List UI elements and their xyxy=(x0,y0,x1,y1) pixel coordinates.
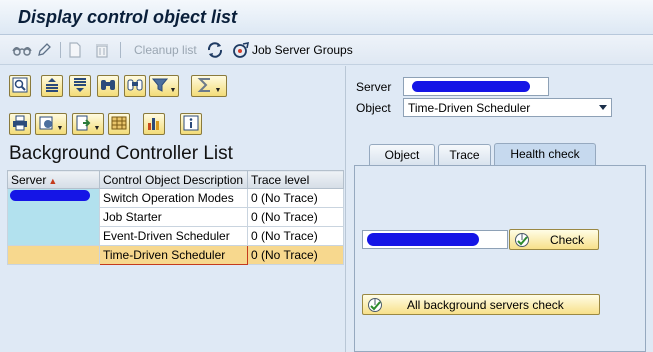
details-button[interactable] xyxy=(9,75,31,97)
info-button[interactable] xyxy=(180,113,202,135)
description-cell[interactable]: Switch Operation Modes xyxy=(99,188,248,208)
object-label: Object xyxy=(356,101,391,115)
trace-level-cell[interactable]: 0 (No Trace) xyxy=(247,188,344,208)
redacted-server-name xyxy=(412,81,530,92)
object-select-value: Time-Driven Scheduler xyxy=(408,101,531,115)
list-title: Background Controller List xyxy=(9,143,233,164)
description-cell[interactable]: Job Starter xyxy=(99,207,248,227)
tab-object[interactable]: Object xyxy=(369,144,435,165)
find-button[interactable] xyxy=(97,75,119,97)
layout-icon xyxy=(111,115,127,134)
sort-descending-icon xyxy=(72,77,88,96)
all-background-servers-check-button[interactable]: All background servers check xyxy=(362,294,600,315)
export-dropdown-icon: ▼ xyxy=(93,124,101,132)
print-icon xyxy=(12,115,28,134)
tab-trace[interactable]: Trace xyxy=(438,144,491,165)
check-icon xyxy=(367,297,383,313)
pencil-icon xyxy=(36,42,52,58)
controller-table: Server ▲ Control Object Description Trace… xyxy=(7,170,344,265)
chevron-down-icon[interactable] xyxy=(599,105,607,110)
server-label: Server xyxy=(356,80,392,94)
table-row[interactable]: Switch Operation Modes 0 (No Trace) xyxy=(7,188,344,246)
page-title: Display control object list xyxy=(18,7,238,27)
sum-icon xyxy=(197,77,213,96)
new-button[interactable] xyxy=(68,41,82,59)
server-cell[interactable] xyxy=(7,245,100,265)
redacted-server-name xyxy=(367,233,479,246)
table-row-selected[interactable]: Time-Driven Scheduler 0 (No Trace) xyxy=(7,245,344,265)
details-icon xyxy=(12,77,28,96)
check-icon xyxy=(514,232,530,248)
export-icon xyxy=(76,115,92,134)
details-pane: Server Object Time-Driven Scheduler Obje… xyxy=(347,66,653,352)
toolbar-separator xyxy=(60,42,61,58)
toolbar-separator xyxy=(120,42,121,58)
sort-descending-button[interactable] xyxy=(69,75,91,97)
edit-button[interactable] xyxy=(36,41,52,59)
new-document-icon xyxy=(68,42,82,58)
export-button[interactable]: ▼ xyxy=(72,113,104,135)
trash-icon xyxy=(94,42,110,58)
tab-health-check[interactable]: Health check xyxy=(494,143,596,166)
trace-level-cell[interactable]: 0 (No Trace) xyxy=(247,207,344,227)
description-cell[interactable]: Event-Driven Scheduler xyxy=(99,226,248,246)
layout-button[interactable] xyxy=(108,113,130,135)
job-server-groups-label: Job Server Groups xyxy=(252,43,353,57)
column-header-trace-level[interactable]: Trace level xyxy=(247,170,344,189)
sum-dropdown-icon: ▼ xyxy=(214,86,222,94)
trace-level-cell[interactable]: 0 (No Trace) xyxy=(247,226,344,246)
views-button[interactable]: ▼ xyxy=(35,113,67,135)
health-check-panel: Check All background servers check xyxy=(354,165,646,352)
column-header-server[interactable]: Server ▲ xyxy=(7,170,100,189)
job-server-groups-button[interactable]: Job Server Groups xyxy=(232,41,353,59)
cleanup-list-label: Cleanup list xyxy=(134,43,197,57)
sum-button[interactable]: ▼ xyxy=(191,75,227,97)
controller-list-pane: ▼ ▼ ▼ ▼ Background Controller List Serve… xyxy=(0,66,346,352)
redacted-server-name xyxy=(10,190,90,201)
cleanup-list-button[interactable]: Cleanup list xyxy=(134,41,197,59)
check-button[interactable]: Check xyxy=(509,229,599,250)
all-background-servers-check-label: All background servers check xyxy=(407,297,564,312)
sort-indicator-icon: ▲ xyxy=(48,175,58,186)
server-field[interactable] xyxy=(403,77,549,96)
job-server-groups-icon xyxy=(232,41,250,59)
glasses-icon xyxy=(12,42,32,58)
check-button-label: Check xyxy=(550,232,585,247)
display-change-button[interactable] xyxy=(12,41,32,59)
print-button[interactable] xyxy=(9,113,31,135)
graphic-button[interactable] xyxy=(143,113,165,135)
title-bar: Display control object list xyxy=(0,0,653,35)
refresh-icon xyxy=(206,41,224,59)
table-header-row: Server ▲ Control Object Description Trace… xyxy=(7,170,344,189)
info-icon xyxy=(183,115,199,134)
views-dropdown-icon: ▼ xyxy=(56,124,64,132)
refresh-button[interactable] xyxy=(206,41,224,59)
graphic-icon xyxy=(146,115,162,134)
description-cell[interactable]: Time-Driven Scheduler xyxy=(99,245,248,265)
find-icon xyxy=(100,77,116,96)
server-cell[interactable] xyxy=(7,188,100,246)
find-next-button[interactable] xyxy=(124,75,146,97)
column-header-description[interactable]: Control Object Description xyxy=(99,170,248,189)
object-select[interactable]: Time-Driven Scheduler xyxy=(403,98,612,117)
views-icon xyxy=(39,115,55,134)
find-next-icon xyxy=(127,77,143,96)
sort-ascending-icon xyxy=(44,77,60,96)
filter-button[interactable]: ▼ xyxy=(149,75,179,97)
filter-dropdown-icon: ▼ xyxy=(169,86,177,94)
sort-ascending-button[interactable] xyxy=(41,75,63,97)
trace-level-cell[interactable]: 0 (No Trace) xyxy=(247,245,344,265)
server-input[interactable] xyxy=(362,230,508,249)
delete-button[interactable] xyxy=(94,41,110,59)
application-toolbar: Cleanup list Job Server Groups xyxy=(0,35,653,65)
filter-icon xyxy=(151,77,168,96)
